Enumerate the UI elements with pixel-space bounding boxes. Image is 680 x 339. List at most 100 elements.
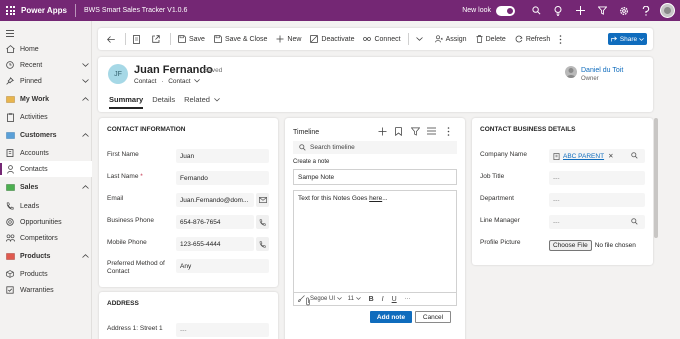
cancel-note-button[interactable]: Cancel	[415, 311, 451, 323]
underline-icon[interactable]: U	[392, 296, 397, 303]
filter-icon[interactable]	[410, 127, 421, 138]
app-launcher-icon[interactable]	[0, 0, 21, 21]
street-1-field[interactable]: ---	[176, 323, 269, 337]
settings-gear-icon[interactable]	[613, 0, 635, 21]
app-name[interactable]: Power Apps	[21, 6, 67, 15]
new-look-toggle[interactable]	[496, 5, 515, 16]
owner-name-link[interactable]: Daniel du Toit	[581, 67, 623, 74]
lookup-search-icon[interactable]	[631, 152, 638, 161]
chevron-up-icon[interactable]	[78, 97, 92, 101]
list-view-icon[interactable]	[427, 127, 436, 137]
plus-icon[interactable]	[569, 0, 591, 21]
tab-details[interactable]: Details	[152, 95, 175, 109]
sidebar-group-label: My Work	[20, 95, 50, 103]
more-options-icon[interactable]	[447, 127, 450, 138]
form-selector[interactable]: Contact	[168, 78, 201, 85]
chevron-down-icon[interactable]	[78, 79, 92, 83]
font-size-select[interactable]: 11	[348, 296, 361, 302]
page-scrollbar[interactable]	[654, 118, 658, 238]
refresh-button[interactable]: Refresh	[515, 35, 550, 43]
note-link[interactable]: here	[369, 195, 382, 202]
sidebar-item-contacts[interactable]: Contacts	[0, 161, 92, 177]
products-icon	[0, 252, 20, 260]
connect-dropdown-button[interactable]	[415, 37, 426, 41]
font-family-select[interactable]: Segoe UI	[310, 296, 342, 302]
attachment-paperclip-icon[interactable]	[305, 297, 311, 308]
lookup-search-icon[interactable]	[631, 218, 638, 227]
tab-related[interactable]: Related	[184, 95, 220, 109]
tab-summary[interactable]: Summary	[109, 95, 144, 109]
app-title[interactable]: BWS Smart Sales Tracker V1.0.6	[84, 7, 187, 14]
filter-icon[interactable]	[591, 0, 613, 21]
chevron-up-icon[interactable]	[78, 185, 92, 189]
chevron-down-icon[interactable]	[194, 79, 201, 83]
preferred-contact-method-select[interactable]: Any	[176, 259, 269, 273]
deactivate-button[interactable]: Deactivate	[310, 35, 354, 43]
timeline-search-input[interactable]: Search timeline	[310, 144, 355, 151]
chevron-up-icon[interactable]	[78, 133, 92, 137]
email-field[interactable]: Juan.Fernando@dom...	[176, 193, 254, 207]
lightbulb-icon[interactable]	[547, 0, 569, 21]
mobile-phone-field[interactable]: 123-655-4444	[176, 237, 254, 251]
sidebar-item-opportunities[interactable]: Opportunities	[0, 214, 92, 230]
open-new-window-button[interactable]	[152, 35, 163, 43]
last-name-field[interactable]: Fernando	[176, 171, 269, 185]
sidebar-group-customers[interactable]: Customers	[0, 127, 92, 143]
more-formatting-icon[interactable]: ···	[405, 296, 411, 302]
sidebar-item-leads[interactable]: Leads	[0, 198, 92, 214]
hamburger-menu-icon[interactable]	[0, 29, 20, 37]
record-set-button[interactable]	[133, 34, 143, 44]
save-and-close-button[interactable]: Save & Close	[214, 35, 267, 43]
new-button[interactable]: New	[276, 35, 301, 43]
back-button[interactable]	[107, 35, 118, 43]
document-icon[interactable]	[133, 34, 140, 44]
note-title-input[interactable]: Sampe Note	[293, 169, 457, 185]
sidebar-item-recent[interactable]: Recent	[0, 57, 92, 73]
note-body-editor[interactable]: Text for this Notes Goes here...	[293, 190, 457, 293]
bold-icon[interactable]: B	[369, 296, 374, 303]
share-button[interactable]: Share	[608, 33, 647, 45]
company-name-link[interactable]: ABC PARENT	[563, 153, 604, 160]
sidebar-item-competitors[interactable]: Competitors	[0, 230, 92, 246]
more-commands-button[interactable]	[559, 34, 565, 44]
sidebar-item-pinned[interactable]: Pinned	[0, 73, 92, 89]
clear-lookup-icon[interactable]: ✕	[608, 152, 613, 160]
back-arrow-icon[interactable]	[107, 35, 115, 43]
sidebar-group-sales[interactable]: Sales	[0, 179, 92, 195]
first-name-label: First Name	[107, 151, 139, 158]
assign-button[interactable]: Assign	[434, 35, 467, 43]
business-phone-field[interactable]: 654-876-7654	[176, 215, 254, 229]
job-title-field[interactable]: ---	[549, 171, 645, 185]
sidebar-item-products[interactable]: Products	[0, 266, 92, 282]
sidebar-group-products[interactable]: Products	[0, 248, 92, 264]
sidebar-item-activities[interactable]: Activities	[0, 109, 92, 125]
sidebar-group-my-work[interactable]: My Work	[0, 91, 92, 107]
sidebar-item-home[interactable]: Home	[0, 41, 92, 57]
brush-icon[interactable]	[298, 294, 305, 304]
add-timeline-plus-icon[interactable]	[378, 127, 387, 138]
connect-button[interactable]: Connect	[363, 35, 401, 43]
department-field[interactable]: ---	[549, 193, 645, 207]
sidebar-item-accounts[interactable]: Accounts	[0, 145, 92, 161]
add-note-button[interactable]: Add note	[370, 311, 412, 323]
delete-button[interactable]: Delete	[476, 35, 506, 43]
timeline-search-box[interactable]: Search timeline	[293, 141, 457, 154]
first-name-field[interactable]: Juan	[176, 149, 269, 163]
bookmark-icon[interactable]	[395, 127, 402, 138]
sidebar-item-warranties[interactable]: Warranties	[0, 282, 92, 298]
call-business-phone-button[interactable]	[256, 215, 269, 229]
phone-icon	[259, 218, 266, 226]
user-avatar[interactable]	[660, 3, 675, 18]
send-email-button[interactable]	[256, 193, 269, 207]
save-button[interactable]: Save	[178, 35, 205, 43]
customers-icon	[0, 131, 20, 139]
pop-out-icon[interactable]	[152, 35, 160, 43]
choose-file-button[interactable]: Choose File	[549, 240, 592, 251]
help-icon[interactable]	[635, 0, 657, 21]
sidebar-collapse-button[interactable]	[0, 25, 92, 41]
search-icon[interactable]	[525, 0, 547, 21]
chevron-up-icon[interactable]	[78, 254, 92, 258]
chevron-down-icon[interactable]	[78, 63, 92, 67]
call-mobile-phone-button[interactable]	[256, 237, 269, 251]
italic-icon[interactable]: I	[382, 296, 384, 303]
